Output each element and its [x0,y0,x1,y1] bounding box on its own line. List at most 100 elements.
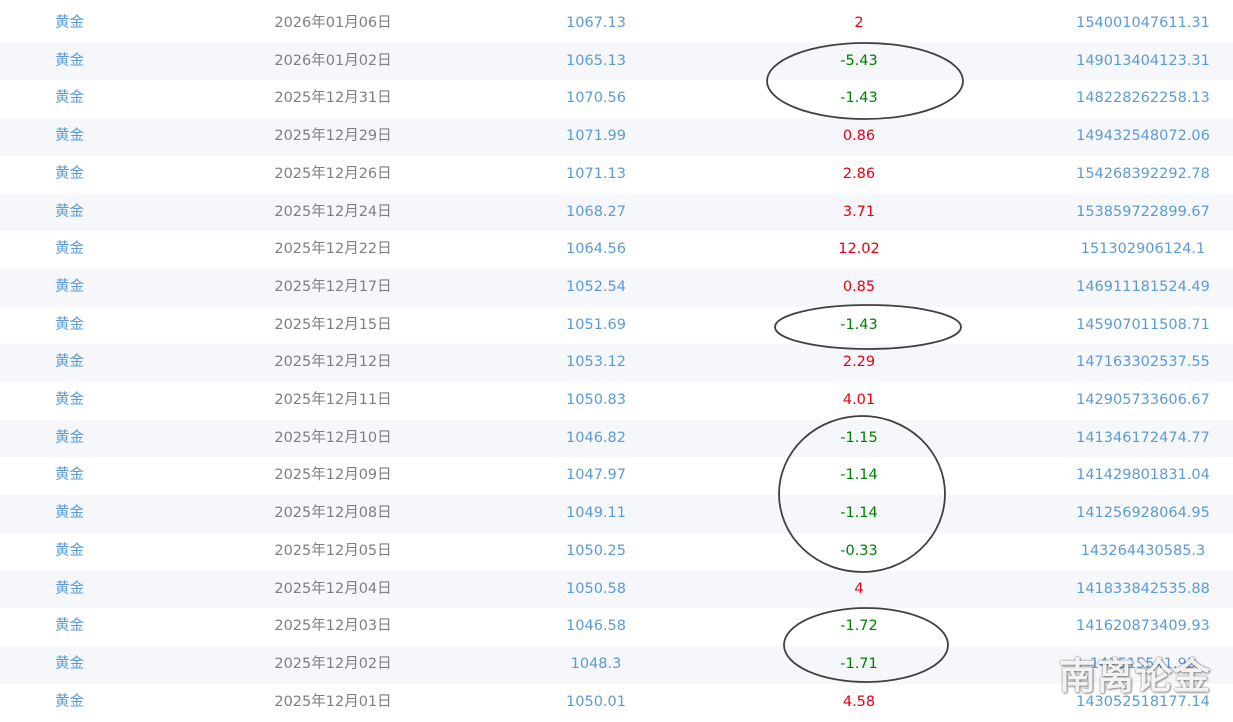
price-link[interactable]: 1071.13 [527,155,665,194]
name-link[interactable]: 黄金 [0,457,139,496]
price-link[interactable]: 1050.01 [527,683,665,722]
date-cell: 2025年12月04日 [139,570,527,609]
change-cell: 2 [665,5,1053,43]
date-cell: 2025年12月24日 [139,193,527,232]
table-row: 黄金 2025年12月24日 1068.27 3.71 153859722899.67 [0,193,1233,232]
amount-link[interactable]: 148228262258.13 [1053,80,1233,119]
name-link[interactable]: 黄金 [0,495,139,533]
date-cell: 2025年12月31日 [139,80,527,119]
change-cell: 2.29 [665,344,1053,383]
date-cell: 2025年12月08日 [139,495,527,533]
table-row: 黄金 2025年12月31日 1070.56 -1.43 148228262258.13 [0,80,1233,119]
change-cell: -1.43 [665,80,1053,119]
name-link[interactable]: 黄金 [0,608,139,646]
date-cell: 2025年12月03日 [139,608,527,646]
name-link[interactable]: 黄金 [0,382,139,420]
change-cell: -1.15 [665,419,1053,458]
amount-link[interactable]: 145907011508.71 [1053,306,1233,345]
date-cell: 2025年12月02日 [139,645,527,684]
date-cell: 2025年12月26日 [139,155,527,194]
date-cell: 2026年01月02日 [139,42,527,81]
amount-link[interactable]: 149432548072.06 [1053,118,1233,156]
price-link[interactable]: 1067.13 [527,5,665,43]
table-row: 黄金 2026年01月06日 1067.13 2 154001047611.31 [0,5,1233,43]
price-link[interactable]: 1050.25 [527,532,665,571]
table-row: 黄金 2025年12月17日 1052.54 0.85 146911181524.49 [0,268,1233,307]
name-link[interactable]: 黄金 [0,645,139,684]
change-cell: -5.43 [665,42,1053,81]
name-link[interactable]: 黄金 [0,118,139,156]
amount-link[interactable]: 141256928064.95 [1053,495,1233,533]
amount-link[interactable]: 142905733606.67 [1053,382,1233,420]
amount-link[interactable]: 146911181524.49 [1053,268,1233,307]
table-row: 黄金 2025年12月26日 1071.13 2.86 154268392292.78 [0,155,1233,194]
change-cell: 12.02 [665,231,1053,269]
name-link[interactable]: 黄金 [0,683,139,722]
price-link[interactable]: 1046.82 [527,419,665,458]
date-cell: 2025年12月11日 [139,382,527,420]
table-row: 黄金 2025年12月12日 1053.12 2.29 147163302537.55 [0,344,1233,383]
amount-link[interactable]: 141620873409.93 [1053,608,1233,646]
change-cell: -1.71 [665,645,1053,684]
change-cell: 4.58 [665,683,1053,722]
amount-link[interactable]: 154001047611.31 [1053,5,1233,43]
table-row: 黄金 2025年12月29日 1071.99 0.86 149432548072.06 [0,118,1233,156]
table-body: 黄金 2026年01月06日 1067.13 2 154001047611.31 黄金 20… [0,5,1233,722]
name-link[interactable]: 黄金 [0,5,139,43]
date-cell: 2025年12月29日 [139,118,527,156]
change-cell: -1.14 [665,457,1053,496]
name-link[interactable]: 黄金 [0,532,139,571]
price-link[interactable]: 1053.12 [527,344,665,383]
name-link[interactable]: 黄金 [0,306,139,345]
price-link[interactable]: 1049.11 [527,495,665,533]
amount-link[interactable]: 153859722899.67 [1053,193,1233,232]
change-cell: 4.01 [665,382,1053,420]
price-link[interactable]: 1064.56 [527,231,665,269]
amount-link[interactable]: 151302906124.1 [1053,231,1233,269]
date-cell: 2025年12月01日 [139,683,527,722]
price-link[interactable]: 1048.3 [527,645,665,684]
amount-link[interactable]: 141346172474.77 [1053,419,1233,458]
price-link[interactable]: 1050.83 [527,382,665,420]
amount-link[interactable]: 143264430585.3 [1053,532,1233,571]
name-link[interactable]: 黄金 [0,268,139,307]
amount-link[interactable]: 147163302537.55 [1053,344,1233,383]
amount-link[interactable]: 141833842535.88 [1053,570,1233,609]
name-link[interactable]: 黄金 [0,80,139,119]
watermark: 南离论金 [1059,655,1211,698]
amount-link[interactable]: 154268392292.78 [1053,155,1233,194]
price-link[interactable]: 1070.56 [527,80,665,119]
name-link[interactable]: 黄金 [0,344,139,383]
table-row: 黄金 2025年12月22日 1064.56 12.02 151302906124.1 [0,231,1233,269]
date-cell: 2025年12月05日 [139,532,527,571]
date-cell: 2025年12月17日 [139,268,527,307]
table-row: 黄金 2025年12月09日 1047.97 -1.14 141429801831.04 [0,457,1233,496]
date-cell: 2025年12月12日 [139,344,527,383]
name-link[interactable]: 黄金 [0,419,139,458]
price-link[interactable]: 1052.54 [527,268,665,307]
amount-link[interactable]: 141429801831.04 [1053,457,1233,496]
price-link[interactable]: 1050.58 [527,570,665,609]
date-cell: 2026年01月06日 [139,5,527,43]
name-link[interactable]: 黄金 [0,193,139,232]
table-row: 黄金 2026年01月02日 1065.13 -5.43 149013404123.31 [0,42,1233,81]
change-cell: -1.14 [665,495,1053,533]
name-link[interactable]: 黄金 [0,42,139,81]
name-link[interactable]: 黄金 [0,155,139,194]
price-link[interactable]: 1071.99 [527,118,665,156]
change-cell: -1.43 [665,306,1053,345]
price-link[interactable]: 1046.58 [527,608,665,646]
table-row: 黄金 2025年12月11日 1050.83 4.01 142905733606.67 [0,382,1233,420]
table-row: 黄金 2025年12月02日 1048.3 -1.71 141515541.93 [0,645,1233,684]
price-link[interactable]: 1047.97 [527,457,665,496]
table-row: 黄金 2025年12月04日 1050.58 4 141833842535.88 [0,570,1233,609]
change-cell: -1.72 [665,608,1053,646]
price-link[interactable]: 1051.69 [527,306,665,345]
amount-link[interactable]: 149013404123.31 [1053,42,1233,81]
price-link[interactable]: 1068.27 [527,193,665,232]
name-link[interactable]: 黄金 [0,231,139,269]
name-link[interactable]: 黄金 [0,570,139,609]
table-row: 黄金 2025年12月08日 1049.11 -1.14 141256928064.95 [0,495,1233,533]
change-cell: -0.33 [665,532,1053,571]
price-link[interactable]: 1065.13 [527,42,665,81]
